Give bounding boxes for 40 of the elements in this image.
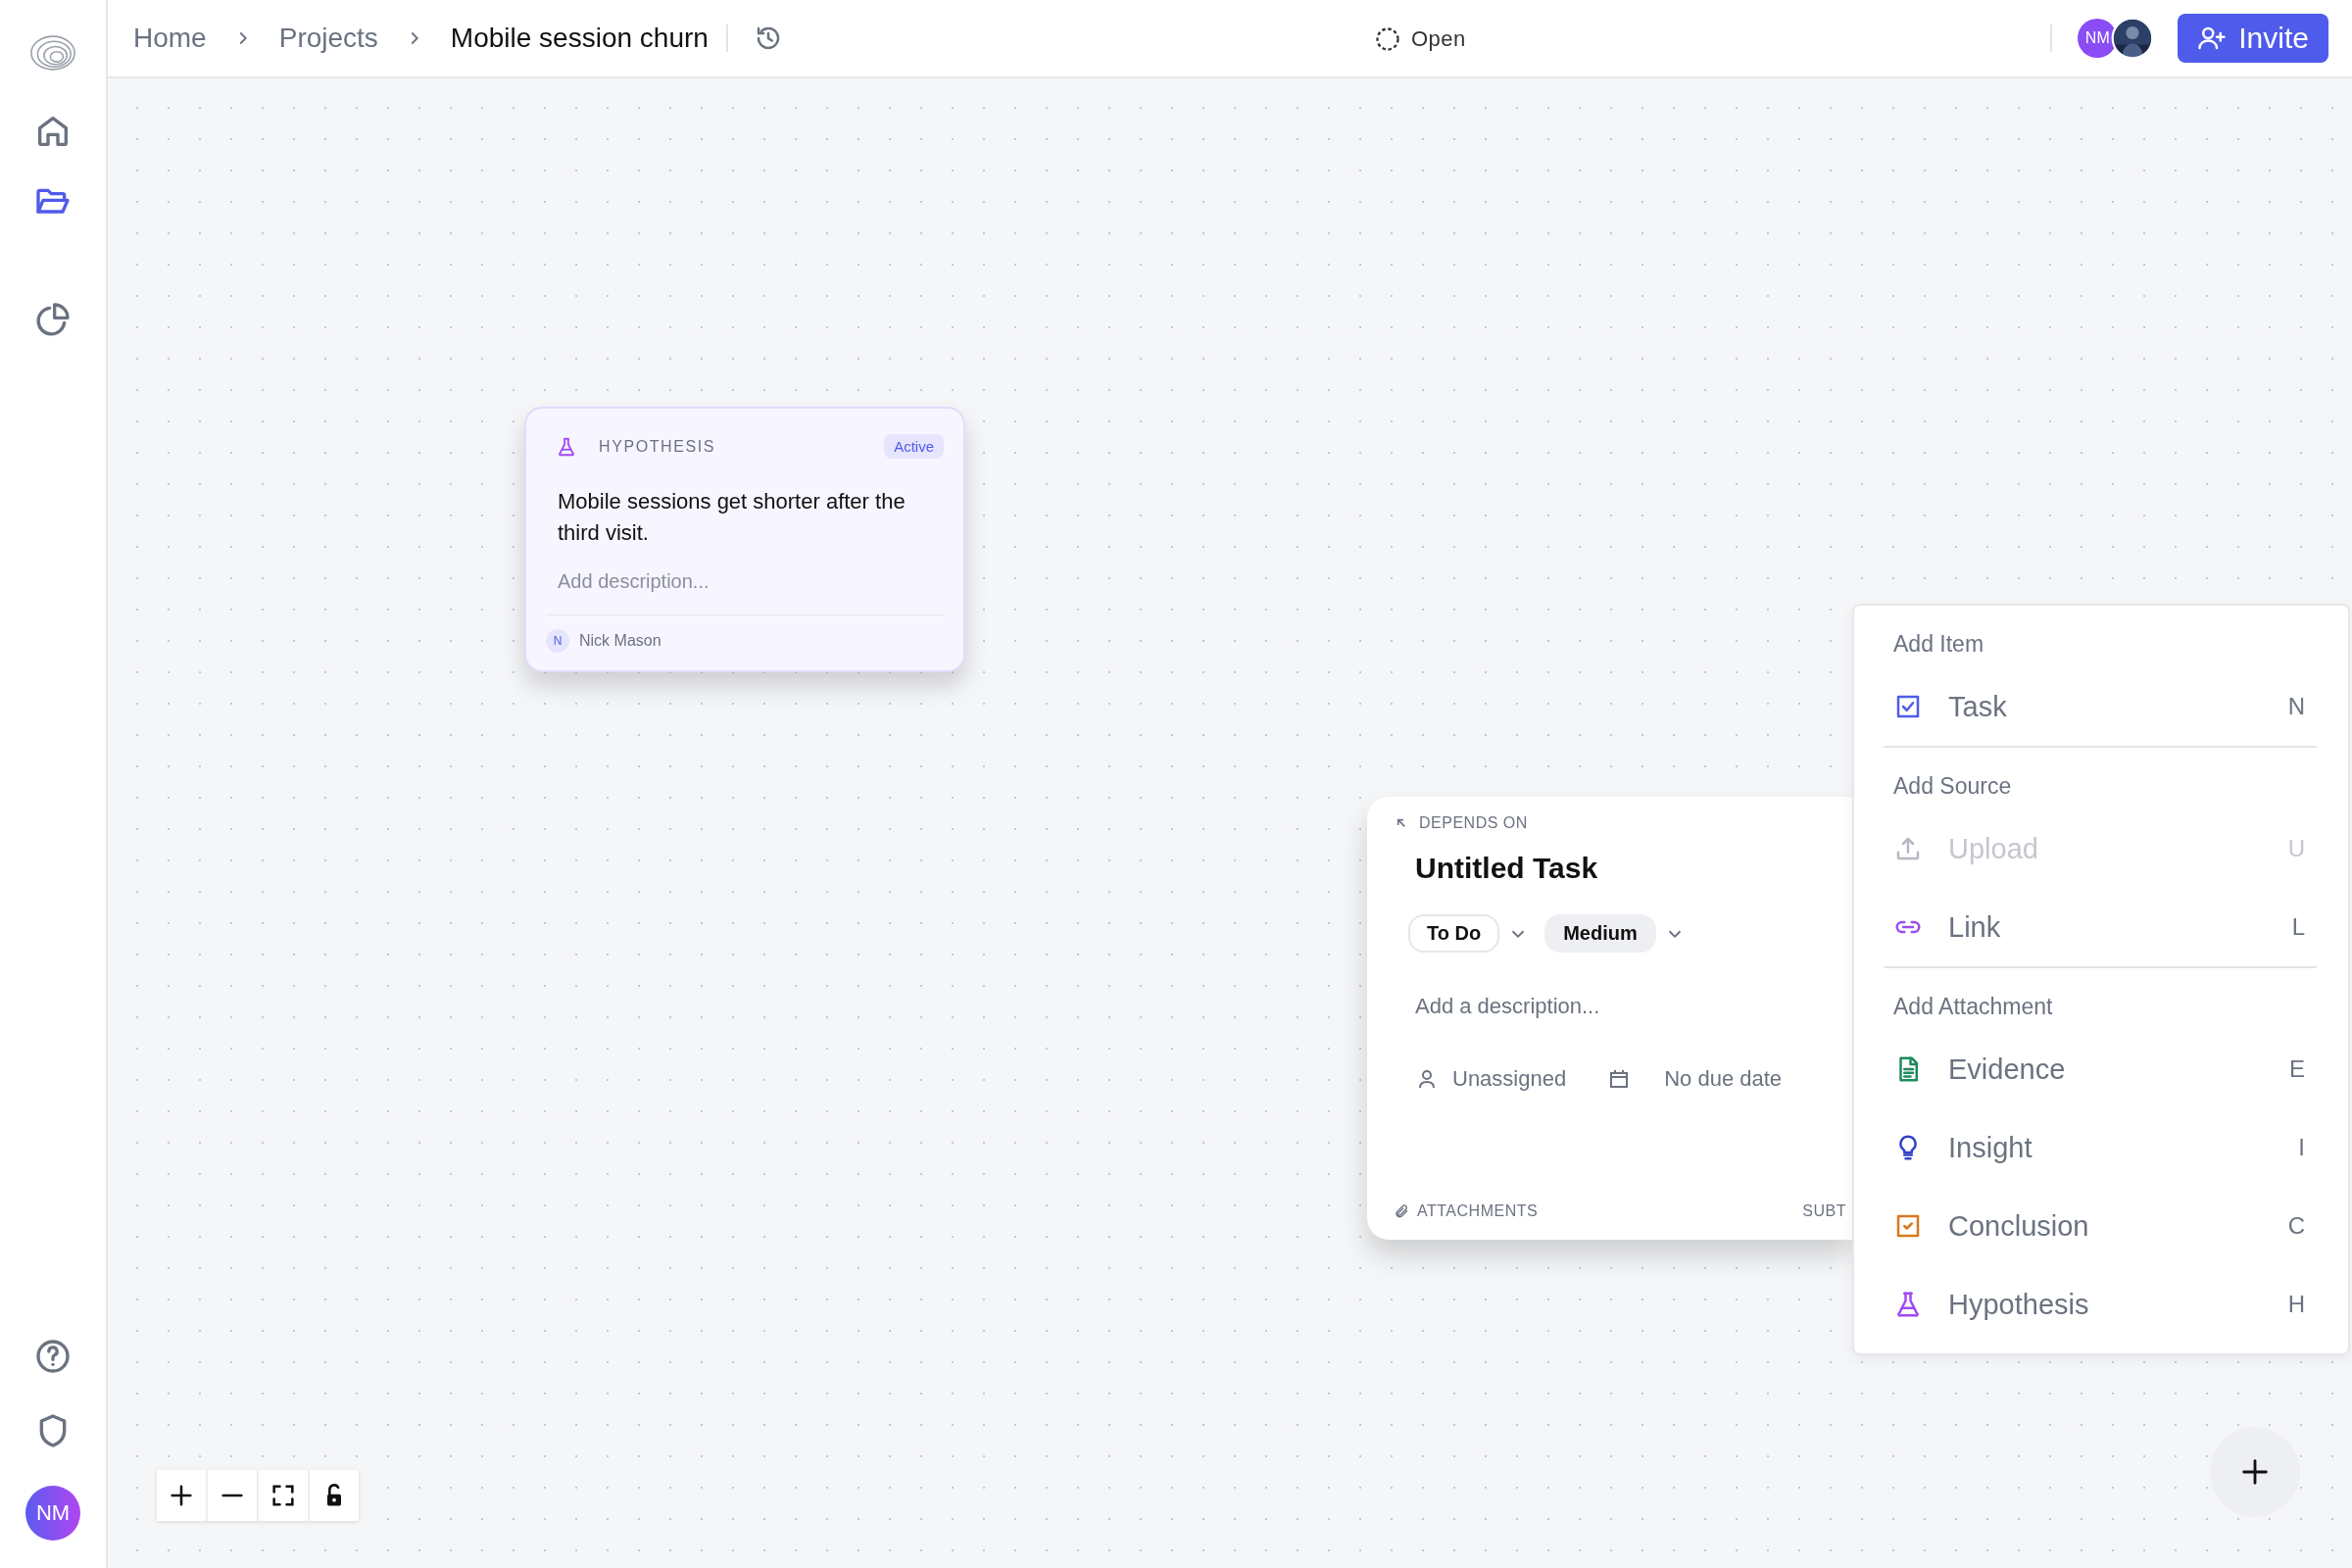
task-title[interactable]: Untitled Task	[1415, 852, 1846, 885]
invite-button[interactable]: Invite	[2178, 14, 2328, 63]
menu-item[interactable]: Task N	[1884, 667, 2317, 746]
subtasks-label[interactable]: SUBT	[1802, 1202, 1846, 1220]
flask-icon	[556, 435, 577, 458]
menu-section-heading: Add Attachment	[1892, 993, 2054, 1021]
breadcrumb-link[interactable]: Projects	[278, 23, 378, 54]
description-placeholder[interactable]: Add description...	[558, 570, 932, 593]
card-type-label: HYPOTHESIS	[599, 437, 716, 456]
breadcrumb-link[interactable]: Mobile session churn	[450, 23, 709, 54]
priority-dropdown[interactable]: Medium	[1544, 914, 1656, 953]
status-dropdown[interactable]: To Do	[1408, 914, 1500, 953]
menu-section-heading: Add Source	[1892, 772, 2013, 801]
description-placeholder[interactable]: Add a description...	[1415, 994, 1846, 1019]
task-card[interactable]: DEPENDS ON Untitled Task To Do Medium Add a description... Unassigned No due date ATTACHMENTS SUBT	[1367, 797, 1852, 1240]
menu-item[interactable]: Hypothesis H	[1884, 1265, 2317, 1344]
dashed-circle-icon	[1374, 25, 1401, 53]
breadcrumb-link[interactable]: Home	[133, 23, 207, 54]
menu-item[interactable]: Conclusion C	[1884, 1187, 2317, 1265]
relation-label: DEPENDS ON	[1419, 814, 1528, 832]
status-badge: Active	[884, 434, 944, 459]
user-avatar[interactable]: NM	[25, 1486, 80, 1541]
menu-item[interactable]: Evidence E	[1884, 1030, 2317, 1108]
menu-section-heading: Add Item	[1892, 630, 1985, 659]
menu-item[interactable]: Link L	[1884, 888, 2317, 966]
lock-icon[interactable]	[310, 1470, 359, 1521]
paperclip-icon	[1394, 1203, 1409, 1219]
owner-name: Nick Mason	[579, 632, 662, 650]
menu-item[interactable]: Insight I	[1884, 1108, 2317, 1187]
assignee-label[interactable]: Unassigned	[1452, 1066, 1567, 1092]
fit-view-icon[interactable]	[259, 1470, 308, 1521]
attachments-label[interactable]: ATTACHMENTS	[1417, 1202, 1539, 1220]
status-label: Open	[1411, 26, 1466, 52]
card-title: Mobile sessions get shorter after the third visit.	[558, 488, 906, 547]
zoom-in-icon[interactable]	[157, 1470, 206, 1521]
pie-chart-icon[interactable]	[33, 300, 73, 339]
help-icon[interactable]	[33, 1337, 73, 1376]
due-date-label[interactable]: No due date	[1664, 1066, 1783, 1092]
hypothesis-card[interactable]: HYPOTHESIS Active Mobile sessions get shorter after the third visit. Add description... N Nick Mason	[524, 407, 965, 672]
owner-avatar: N	[546, 629, 569, 653]
